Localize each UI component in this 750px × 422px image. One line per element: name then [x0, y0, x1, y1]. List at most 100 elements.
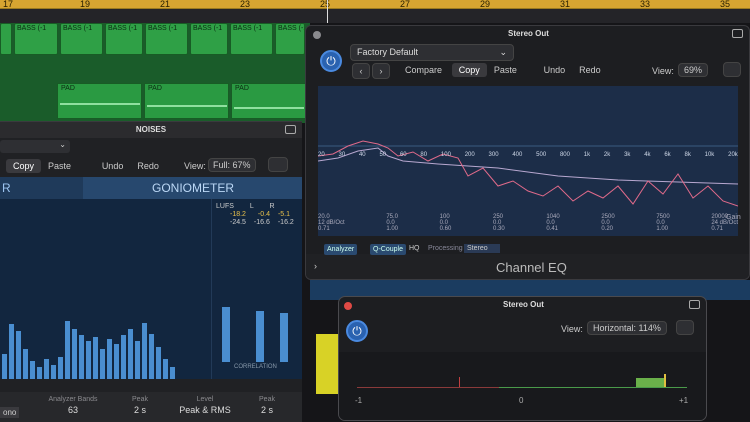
- analyzer-bands-value[interactable]: 63: [48, 405, 98, 415]
- scale-label: -1: [355, 396, 363, 405]
- chevron-right-icon[interactable]: ›: [314, 261, 317, 271]
- view-dropdown[interactable]: Full: 67%: [208, 158, 256, 172]
- peak-label: Peak: [259, 396, 275, 403]
- ruler-number: 17: [3, 0, 14, 9]
- timeline-ruler[interactable]: 17 19 21 23 25 27 29 31 33 35: [0, 0, 750, 9]
- peak-value[interactable]: 2 s: [125, 405, 155, 415]
- next-preset-button[interactable]: ›: [372, 63, 390, 79]
- copy-button[interactable]: Copy: [6, 159, 42, 173]
- freq-tick: 8k: [684, 152, 691, 158]
- spectrum-bar: [9, 324, 14, 379]
- preset-dropdown[interactable]: ⌄: [0, 140, 70, 153]
- power-button[interactable]: ⏻: [320, 50, 342, 72]
- q-couple-button[interactable]: Q-Couple: [370, 244, 406, 255]
- power-icon: ⏻: [326, 54, 336, 68]
- undo-button[interactable]: Undo: [537, 63, 573, 77]
- bass-region[interactable]: [0, 23, 12, 55]
- pad-region[interactable]: PAD: [144, 83, 229, 119]
- band-parameters: 20.0 12 dB/Oct 0.71 75.0 0.0 1.00 100 0.0 0.60…: [318, 214, 738, 232]
- region-label: BASS (-1: [17, 25, 47, 32]
- link-button[interactable]: [268, 157, 288, 172]
- stereo-out-window[interactable]: Stereo Out ⏻ View: Horizontal: 114% -1 0…: [338, 296, 707, 421]
- paste-button[interactable]: Paste: [41, 159, 78, 173]
- copy-button[interactable]: Copy: [451, 63, 487, 77]
- level-value[interactable]: Peak & RMS: [175, 405, 235, 415]
- band[interactable]: 2500 0.0 0.20: [601, 214, 614, 232]
- analyzer-button[interactable]: Analyzer: [324, 244, 358, 255]
- bass-region[interactable]: BASS (-1: [145, 23, 188, 55]
- spectrum-bar: [2, 354, 7, 379]
- hq-button[interactable]: HQ: [409, 245, 420, 252]
- view-label: View:: [184, 161, 206, 171]
- freq-tick: 30: [338, 152, 346, 158]
- spectrum-bar: [79, 335, 84, 379]
- plugin-name: Channel EQ: [496, 260, 567, 275]
- compare-button[interactable]: Compare: [398, 63, 449, 77]
- ruler-number: 29: [480, 0, 491, 9]
- bass-region[interactable]: BASS (-1: [60, 23, 103, 55]
- redo-button[interactable]: Redo: [572, 63, 608, 77]
- loudness-readout: LUFS L R -18.2 -0.4 -5.1 -24.5 -16.6 -16…: [216, 203, 294, 227]
- spectrum-bar: [107, 339, 112, 379]
- tracks-area[interactable]: BASS (-1 BASS (-1 BASS (-1 BASS (-1 BASS…: [0, 23, 310, 123]
- bass-region[interactable]: BASS (-1: [230, 23, 273, 55]
- spectrum-bar: [58, 357, 63, 379]
- r-label: R: [269, 203, 275, 210]
- tab-r[interactable]: R: [2, 177, 11, 199]
- link-icon[interactable]: [689, 300, 700, 309]
- yellow-region[interactable]: [316, 334, 338, 394]
- peak-value[interactable]: 2 s: [252, 405, 282, 415]
- region-label: BASS (-1: [108, 25, 138, 32]
- r-value: -16.2: [277, 219, 294, 226]
- band[interactable]: 100 0.0 0.60: [440, 214, 452, 232]
- bass-region[interactable]: BASS (-1: [105, 23, 143, 55]
- power-button[interactable]: ⏻: [346, 320, 368, 342]
- bass-region[interactable]: BASS (-1: [14, 23, 58, 55]
- processing-label: Processing: [428, 245, 463, 252]
- view-dropdown[interactable]: 69%: [678, 63, 709, 77]
- freq-tick: 60: [399, 152, 407, 158]
- playhead[interactable]: [327, 0, 328, 23]
- link-button[interactable]: [676, 320, 694, 335]
- ruler-number: 33: [640, 0, 651, 9]
- mono-toggle[interactable]: ono: [0, 407, 20, 418]
- chevron-down-icon: ⌄: [499, 47, 507, 57]
- freq-tick: 10k: [704, 152, 715, 158]
- lufs-value: -18.2: [230, 211, 246, 218]
- bass-region[interactable]: BASS (-1: [190, 23, 228, 55]
- link-icon[interactable]: [732, 29, 743, 38]
- redo-button[interactable]: Redo: [130, 159, 166, 173]
- meter-peak-marker: [459, 377, 460, 387]
- spectrum-bar: [86, 341, 91, 379]
- noises-window[interactable]: NOISES ⌄ Copy Paste Undo Redo View: Full: …: [0, 121, 302, 422]
- processing-dropdown[interactable]: Stereo: [464, 244, 500, 253]
- link-icon[interactable]: [285, 125, 296, 134]
- paste-button[interactable]: Paste: [487, 63, 524, 77]
- r-meter: [280, 313, 288, 362]
- undo-button[interactable]: Undo: [95, 159, 131, 173]
- channel-eq-window[interactable]: Stereo Out ⏻ Factory Default ⌄ ‹ › Compar…: [305, 25, 750, 280]
- pad-region[interactable]: PAD: [231, 83, 309, 119]
- tab-bar: R GONIOMETER: [0, 177, 302, 199]
- spectrum-bar: [135, 341, 140, 379]
- band[interactable]: 75.0 0.0 1.00: [386, 214, 398, 232]
- bass-region[interactable]: BASS (-1: [275, 23, 305, 55]
- ruler-number: 21: [160, 0, 171, 9]
- band[interactable]: 7500 0.0 1.00: [656, 214, 669, 232]
- chevron-right-icon: ›: [379, 66, 383, 76]
- prev-preset-button[interactable]: ‹: [352, 63, 370, 79]
- band[interactable]: 1040 0.0 0.41: [546, 214, 559, 232]
- band[interactable]: 250 0.0 0.30: [493, 214, 505, 232]
- view-dropdown[interactable]: Horizontal: 114%: [587, 321, 667, 335]
- band[interactable]: 20.0 12 dB/Oct 0.71: [318, 214, 345, 232]
- pad-region[interactable]: PAD: [57, 83, 142, 119]
- spectrum-bar: [51, 365, 56, 379]
- band-gain: 1.00: [656, 226, 668, 232]
- region-label: PAD: [235, 85, 249, 92]
- freq-tick: 3k: [624, 152, 631, 158]
- link-button[interactable]: [723, 62, 741, 77]
- band-gain: 0.20: [601, 226, 613, 232]
- chevron-left-icon: ‹: [359, 66, 363, 76]
- preset-dropdown[interactable]: Factory Default ⌄: [350, 44, 514, 61]
- title-bar[interactable]: NOISES: [0, 122, 302, 138]
